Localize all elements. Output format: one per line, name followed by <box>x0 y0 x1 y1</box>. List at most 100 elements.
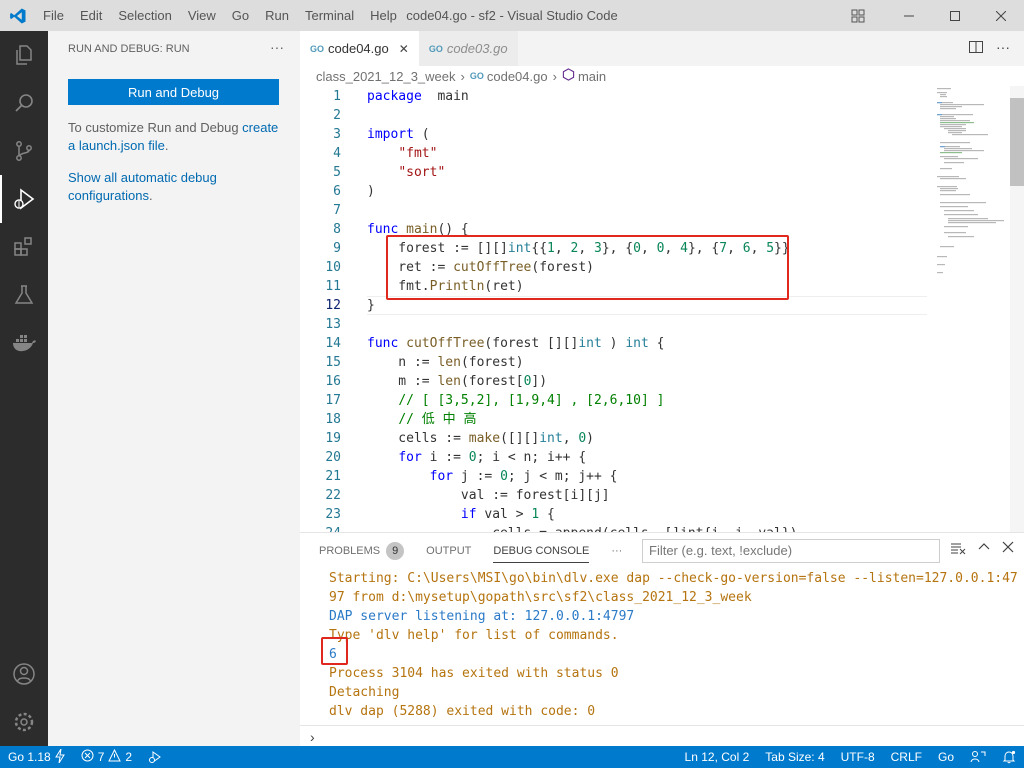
cursor-position[interactable]: Ln 12, Col 2 <box>677 746 758 768</box>
code-line[interactable]: 15 n := len(forest) <box>300 353 930 372</box>
code-line[interactable]: 20 for i := 0; i < n; i++ { <box>300 448 930 467</box>
maximize-panel-icon[interactable] <box>978 541 990 558</box>
line-code: "fmt" <box>367 144 437 163</box>
console-input-prompt-icon[interactable]: › <box>310 729 315 745</box>
close-window-icon[interactable] <box>978 0 1024 31</box>
breadcrumb-folder[interactable]: class_2021_12_3_week <box>316 69 456 84</box>
tab-label: code03.go <box>446 41 508 56</box>
go-file-icon: GO <box>428 43 443 54</box>
tab-output[interactable]: OUTPUT <box>426 533 471 569</box>
run-and-debug-button[interactable]: Run and Debug <box>68 79 279 105</box>
output-highlight-box <box>321 637 348 665</box>
code-token: n := <box>367 355 438 370</box>
menu-view[interactable]: View <box>180 0 224 31</box>
breadcrumb-symbol[interactable]: main <box>578 69 606 84</box>
breadcrumb-file[interactable]: code04.go <box>487 69 548 84</box>
code-token: 0 <box>500 469 508 484</box>
explorer-icon[interactable] <box>0 31 48 79</box>
more-actions-icon[interactable]: ··· <box>270 39 284 55</box>
menu-terminal[interactable]: Terminal <box>297 0 362 31</box>
editor-scrollbar[interactable] <box>1010 86 1024 532</box>
encoding[interactable]: UTF-8 <box>833 746 883 768</box>
line-code: func cutOffTree(forest [][]int ) int { <box>367 334 664 353</box>
tab-code03[interactable]: GO code03.go <box>418 31 518 66</box>
minimize-icon[interactable] <box>886 0 932 31</box>
split-editor-icon[interactable] <box>968 39 984 58</box>
code-line[interactable]: 4 "fmt" <box>300 144 930 163</box>
status-bar-right: Ln 12, Col 2 Tab Size: 4 UTF-8 CRLF Go <box>677 746 1024 768</box>
search-icon[interactable] <box>0 79 48 127</box>
code-line[interactable]: 16 m := len(forest[0]) <box>300 372 930 391</box>
code-line[interactable]: 3 import ( <box>300 125 930 144</box>
language-mode[interactable]: Go <box>930 746 962 768</box>
line-number: 1 <box>333 89 341 104</box>
tab-debug-console[interactable]: DEBUG CONSOLE <box>493 533 589 569</box>
code-line[interactable]: 1 package main <box>300 87 930 106</box>
console-filter-input[interactable]: Filter (e.g. text, !exclude) <box>642 539 940 563</box>
symbol-icon <box>562 68 575 84</box>
customize-layout-icon[interactable] <box>846 0 870 31</box>
line-code: m := len(forest[0]) <box>367 372 547 391</box>
feedback-icon[interactable] <box>962 746 994 768</box>
line-ending[interactable]: CRLF <box>883 746 930 768</box>
show-all-configurations-link[interactable]: Show all automatic debug configurations <box>68 170 217 203</box>
run-debug-icon[interactable] <box>0 175 48 223</box>
code-editor[interactable]: 1 package main 2 3 import (4 "fmt" 5 "sort" 6)… <box>300 86 1024 532</box>
code-line[interactable]: 23 if val > 1 { <box>300 505 930 524</box>
line-code: // 低 中 高 <box>367 410 476 429</box>
code-line[interactable]: 24 cells = append(cells, []int{i, j, val… <box>300 524 930 532</box>
status-bar: Go 1.18 7 2 Ln 12, Col 2 Tab Size: 4 UTF… <box>0 746 1024 768</box>
close-tab-icon[interactable]: ✕ <box>399 42 409 56</box>
code-line[interactable]: 5 "sort" <box>300 163 930 182</box>
menu-selection[interactable]: Selection <box>110 0 179 31</box>
problems-status[interactable]: 7 2 <box>73 746 140 768</box>
maximize-icon[interactable] <box>932 0 978 31</box>
line-code: for i := 0; i < n; i++ { <box>367 448 586 467</box>
code-line[interactable]: 18 // 低 中 高 <box>300 410 930 429</box>
code-line[interactable]: 13 <box>300 315 930 334</box>
scrollbar-thumb[interactable] <box>1010 98 1024 186</box>
code-line[interactable]: 17 // [ [3,5,2], [1,9,4] , [2,6,10] ] <box>300 391 930 410</box>
tab-size[interactable]: Tab Size: 4 <box>757 746 832 768</box>
testing-icon[interactable] <box>0 271 48 319</box>
close-panel-icon[interactable] <box>1002 541 1014 558</box>
code-token: package <box>367 89 422 104</box>
code-line[interactable]: 6) <box>300 182 930 201</box>
code-line[interactable]: 22 val := forest[i][j] <box>300 486 930 505</box>
code-line[interactable]: 7 <box>300 201 930 220</box>
editor-more-actions-icon[interactable]: ··· <box>996 39 1010 55</box>
code-token: func <box>367 336 399 351</box>
notifications-bell-icon[interactable] <box>994 746 1024 768</box>
menu-go[interactable]: Go <box>224 0 257 31</box>
extensions-icon[interactable] <box>0 223 48 271</box>
code-line[interactable]: 21 for j := 0; j < m; j++ { <box>300 467 930 486</box>
line-number: 13 <box>325 317 341 332</box>
code-line[interactable]: 19 cells := make([][]int, 0) <box>300 429 930 448</box>
code-line[interactable]: 2 <box>300 106 930 125</box>
menu-edit[interactable]: Edit <box>72 0 110 31</box>
code-token: ) <box>601 336 626 351</box>
code-line[interactable]: 14 func cutOffTree(forest [][]int ) int { <box>300 334 930 353</box>
line-code: package main <box>367 87 469 106</box>
go-file-icon: GO <box>310 43 325 54</box>
tab-code04[interactable]: GO code04.go ✕ <box>300 31 419 66</box>
panel-more-icon[interactable]: ··· <box>611 533 622 569</box>
gear-icon[interactable] <box>0 698 48 746</box>
line-number: 3 <box>333 127 341 142</box>
go-version-status[interactable]: Go 1.18 <box>0 746 73 768</box>
accounts-icon[interactable] <box>0 650 48 698</box>
clear-console-icon[interactable] <box>950 541 966 558</box>
source-control-icon[interactable] <box>0 127 48 175</box>
menu-run[interactable]: Run <box>257 0 297 31</box>
menu-file[interactable]: File <box>35 0 72 31</box>
tab-problems[interactable]: PROBLEMS 9 <box>319 533 405 569</box>
debug-status-icon[interactable] <box>140 746 170 768</box>
docker-icon[interactable] <box>0 319 48 367</box>
chevron-right-icon: › <box>552 68 557 84</box>
menu-help[interactable]: Help <box>362 0 405 31</box>
breadcrumb: class_2021_12_3_week › GO code04.go › ma… <box>300 66 1024 86</box>
minimap[interactable] <box>931 86 1009 306</box>
code-token: if <box>460 507 477 522</box>
